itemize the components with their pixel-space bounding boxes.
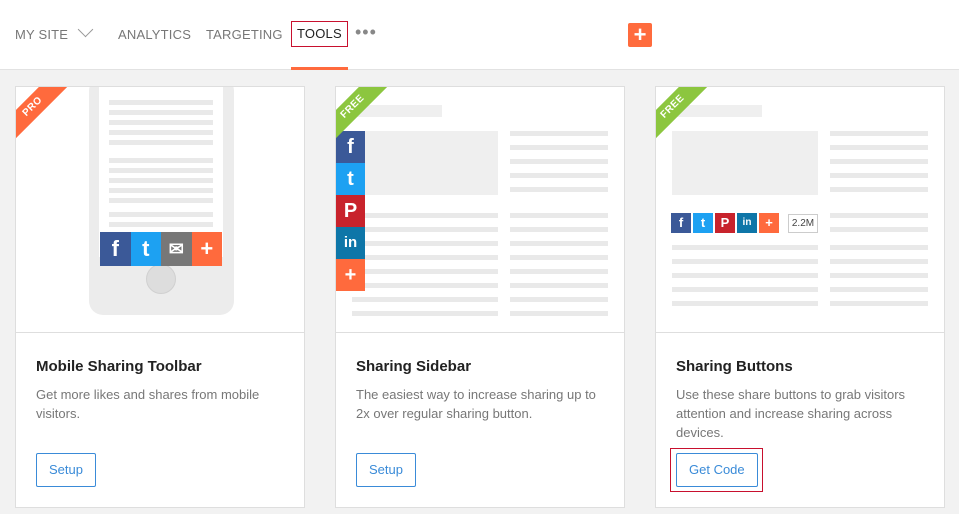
- mobile-share-toolbar: f t ✉ +: [100, 232, 222, 266]
- tool-preview-mobile: f t ✉ + PRO: [16, 87, 304, 333]
- twitter-icon: t: [693, 213, 713, 233]
- tool-card-mobile-sharing-toolbar: f t ✉ + PRO Mobile Sharing Toolbar Get m…: [15, 86, 305, 508]
- nav-tools-label: TOOLS: [291, 21, 348, 47]
- phone-mockup: [89, 87, 234, 315]
- card-title: Sharing Buttons: [676, 358, 793, 375]
- tool-card-sharing-sidebar: f t P in + FREE Sharing Sidebar The easi…: [335, 86, 625, 508]
- more-menu-icon[interactable]: •••: [355, 0, 377, 67]
- facebook-icon: f: [336, 131, 365, 163]
- setup-button[interactable]: Setup: [356, 453, 416, 487]
- site-selector-dropdown[interactable]: MY SITE: [15, 0, 94, 70]
- pinterest-icon: P: [336, 195, 365, 227]
- twitter-icon: t: [336, 163, 365, 195]
- linkedin-icon: in: [737, 213, 757, 233]
- setup-button[interactable]: Setup: [36, 453, 96, 487]
- site-selector-label: MY SITE: [15, 27, 69, 42]
- card-title: Sharing Sidebar: [356, 358, 472, 375]
- tool-card-sharing-buttons: f t P in + 2.2M FREE Sharing Buttons Use…: [655, 86, 945, 508]
- phone-home-button: [146, 264, 176, 294]
- plus-icon: +: [191, 232, 222, 266]
- active-tab-indicator: [291, 67, 348, 70]
- card-description: Get more likes and shares from mobile vi…: [36, 387, 260, 421]
- card-description: The easiest way to increase sharing up t…: [356, 387, 596, 421]
- card-title: Mobile Sharing Toolbar: [36, 358, 202, 375]
- facebook-icon: f: [671, 213, 691, 233]
- email-icon: ✉: [161, 232, 192, 266]
- tool-preview-buttons: f t P in + 2.2M FREE: [656, 87, 944, 333]
- inline-share-buttons: f t P in +: [671, 213, 781, 235]
- top-nav-bar: MY SITE ANALYTICS TARGETING TOOLS ••• +: [0, 0, 959, 70]
- twitter-icon: t: [130, 232, 161, 266]
- add-plus-button[interactable]: +: [628, 23, 652, 47]
- pro-badge: PRO: [16, 87, 72, 146]
- nav-analytics[interactable]: ANALYTICS: [118, 0, 191, 70]
- facebook-icon: f: [100, 232, 131, 266]
- tool-preview-sidebar: f t P in + FREE: [336, 87, 624, 333]
- plus-icon: +: [336, 259, 365, 291]
- pinterest-icon: P: [715, 213, 735, 233]
- share-count-badge: 2.2M: [788, 214, 818, 233]
- linkedin-icon: in: [336, 227, 365, 259]
- chevron-down-icon: [77, 21, 94, 38]
- plus-icon: +: [759, 213, 779, 233]
- sidebar-share-icons: f t P in +: [336, 131, 365, 291]
- get-code-button[interactable]: Get Code: [676, 453, 758, 487]
- nav-tools[interactable]: TOOLS: [291, 0, 348, 70]
- nav-targeting[interactable]: TARGETING: [206, 0, 283, 70]
